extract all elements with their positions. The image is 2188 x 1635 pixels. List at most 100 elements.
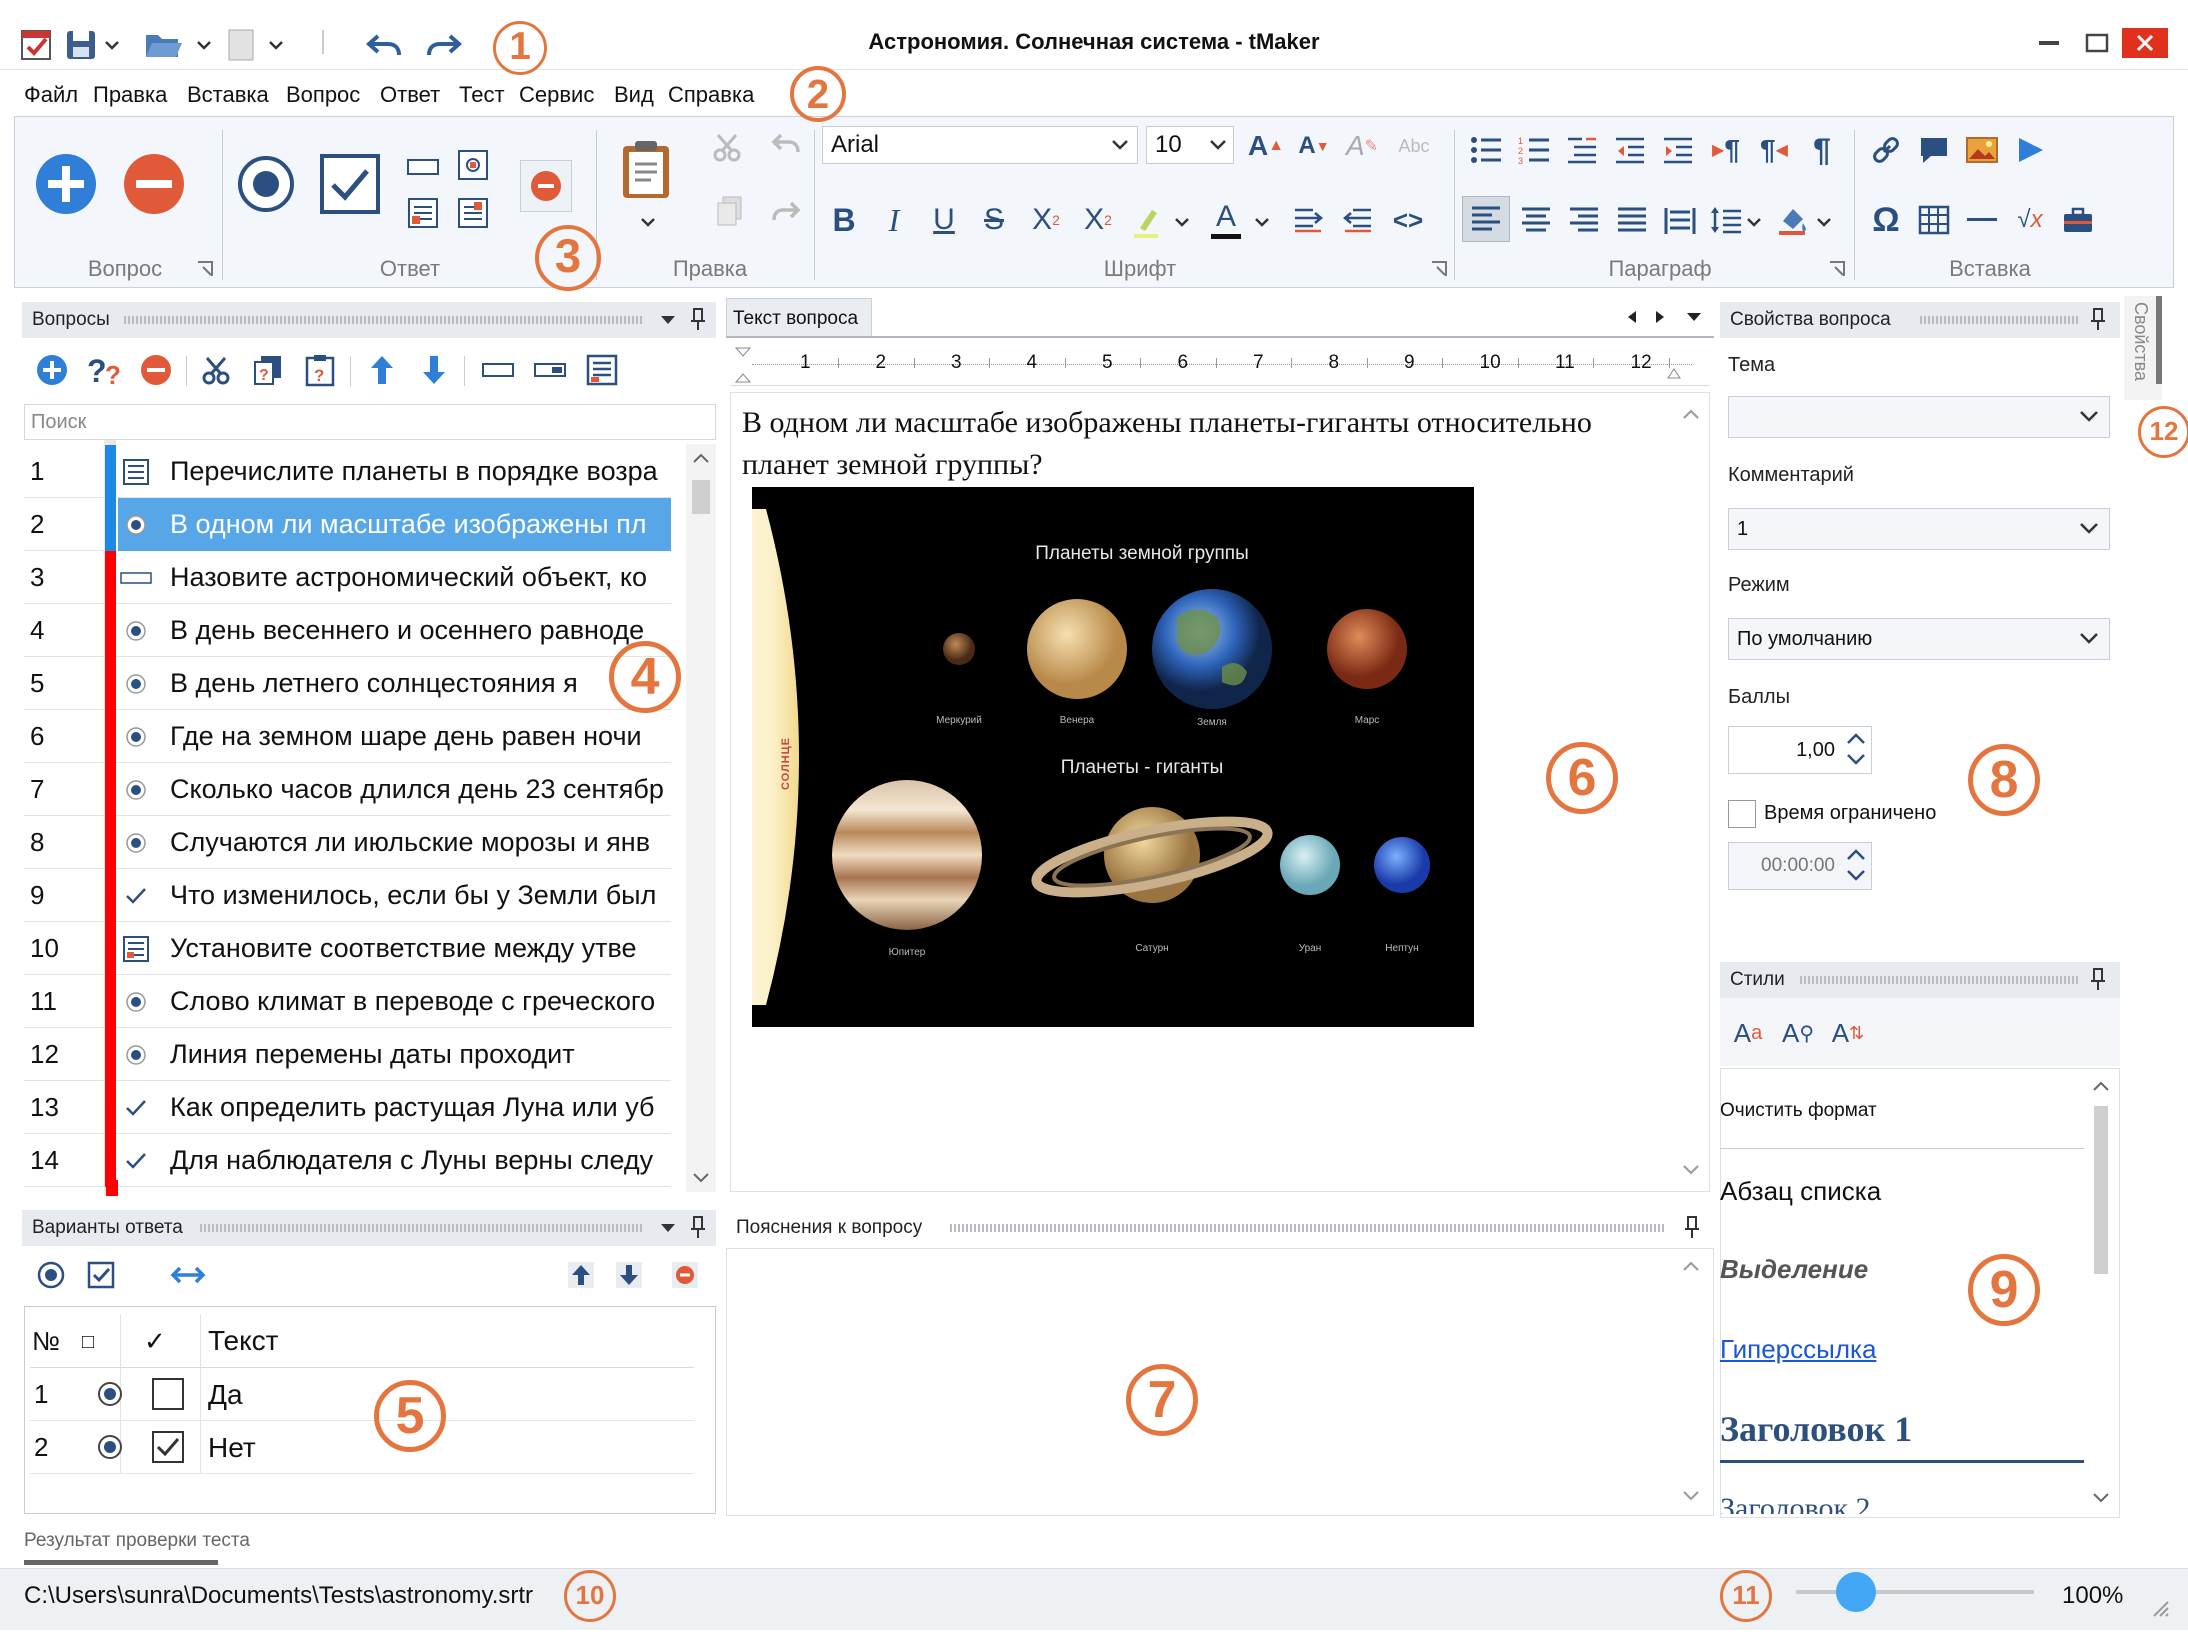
shrink-font-icon[interactable]: A ▼ [1294, 126, 1334, 166]
explanation-scrollbar[interactable] [1676, 1252, 1706, 1510]
menu-file[interactable]: Файл [24, 80, 78, 110]
align-left-icon[interactable] [1462, 196, 1510, 242]
maximize-button[interactable] [2074, 28, 2120, 58]
answer-row[interactable]: 1 Да [30, 1368, 694, 1421]
pin-icon[interactable] [2086, 304, 2110, 334]
style-list-paragraph[interactable]: Абзац списка [1720, 1176, 1881, 1207]
align-center-icon[interactable] [1516, 200, 1556, 240]
shading-dropdown-chevron-icon[interactable] [1814, 210, 1834, 234]
question-help-icon[interactable]: ?? [86, 352, 126, 390]
underline-icon[interactable]: U [926, 198, 962, 242]
increase-indent-font-icon[interactable] [1290, 202, 1326, 238]
pin-icon[interactable] [686, 304, 710, 334]
pin-icon[interactable] [1680, 1212, 1704, 1242]
text-input-answer-icon[interactable] [406, 150, 440, 184]
tab-question-text[interactable]: Текст вопроса [726, 298, 872, 336]
redo-icon[interactable] [426, 22, 463, 68]
font-size-select[interactable]: 10 [1146, 126, 1234, 164]
answer-text[interactable]: Нет [208, 1421, 256, 1474]
spellcheck-icon[interactable]: Abc [1392, 126, 1436, 166]
properties-side-tab[interactable]: Свойства [2124, 296, 2162, 400]
menu-service[interactable]: Сервис [519, 80, 594, 110]
align-right-icon[interactable] [1564, 200, 1604, 240]
font-color-icon[interactable]: A [1206, 196, 1246, 242]
question-row[interactable]: 1 Перечислите планеты в порядке возра [24, 445, 671, 498]
explanation-editor[interactable] [726, 1248, 1714, 1516]
strikethrough-icon[interactable]: S [976, 198, 1012, 242]
menu-help[interactable]: Справка [668, 80, 754, 110]
numeric-answer-icon[interactable] [456, 148, 490, 182]
hyperlink-icon[interactable] [1866, 132, 1906, 168]
answer-move-up-icon[interactable] [564, 1258, 598, 1292]
question-list-scrollbar[interactable] [686, 444, 716, 1192]
question-text[interactable]: В одном ли масштабе изображены планеты-г… [742, 402, 1682, 486]
mode-select[interactable]: По умолчанию [1728, 618, 2110, 660]
question-row[interactable]: 5 В день летнего солнцестояния я [24, 657, 671, 710]
answer-text[interactable]: Да [208, 1368, 243, 1421]
delete-answer-button[interactable] [520, 160, 572, 212]
radio-icon[interactable] [96, 1380, 124, 1408]
move-up-icon[interactable] [364, 352, 400, 388]
properties-list-icon[interactable] [584, 352, 620, 388]
formula-icon[interactable]: √x [2010, 200, 2050, 240]
ltr-paragraph-icon[interactable]: ▶ ¶ [1706, 132, 1746, 168]
answer-move-down-icon[interactable] [612, 1258, 646, 1292]
question-row[interactable]: 7 Сколько часов длился день 23 сентябр [24, 763, 671, 816]
single-choice-answer-button[interactable] [236, 154, 296, 214]
question-row[interactable]: 3 Назовите астрономический объект, ко [24, 551, 671, 604]
menu-answer[interactable]: Ответ [380, 80, 440, 110]
spin-down-icon[interactable] [1845, 751, 1867, 769]
checkbox-checked-icon[interactable] [152, 1431, 184, 1463]
resize-grip-icon[interactable] [2150, 1598, 2170, 1618]
styles-scrollbar[interactable] [2086, 1072, 2116, 1514]
menu-view[interactable]: Вид [614, 80, 654, 110]
style-clear-format[interactable]: Очистить формат [1720, 1100, 1877, 1122]
panel-menu-chevron-icon[interactable] [656, 1214, 680, 1242]
answer-row[interactable]: 2 Нет [30, 1421, 694, 1474]
editor-scrollbar[interactable] [1676, 396, 1706, 1188]
theme-select[interactable] [1728, 396, 2110, 438]
grow-font-icon[interactable]: A ▲ [1246, 126, 1286, 166]
add-question-icon[interactable] [34, 352, 70, 388]
undo-icon[interactable] [365, 22, 402, 68]
question-row[interactable]: 2 В одном ли масштабе изображены пл [24, 498, 671, 551]
bold-icon[interactable]: B [826, 198, 862, 242]
open-dropdown-chevron-icon[interactable] [196, 22, 212, 68]
swap-icon[interactable] [168, 1258, 208, 1292]
save-dropdown-chevron-icon[interactable] [104, 22, 120, 68]
comment-icon[interactable] [1914, 132, 1954, 168]
pin-icon[interactable] [686, 1212, 710, 1242]
edit-undo-icon[interactable] [768, 132, 804, 156]
single-choice-mode-icon[interactable] [34, 1258, 68, 1292]
time-limited-checkbox[interactable] [1728, 800, 1756, 828]
highlight-icon[interactable] [1126, 202, 1166, 242]
style-emphasis[interactable]: Выделение [1720, 1254, 1868, 1285]
multiple-choice-answer-button[interactable] [318, 152, 382, 216]
save-icon[interactable] [64, 22, 98, 68]
tab-scroll-right-icon[interactable] [1648, 304, 1672, 330]
increase-indent-icon[interactable] [1658, 132, 1698, 168]
minimize-button[interactable] [2026, 28, 2072, 58]
question-row[interactable]: 6 Где на земном шаре день равен ночи [24, 710, 671, 763]
question-row[interactable]: 11 Слово климат в переводе с греческого [24, 975, 671, 1028]
rtl-paragraph-icon[interactable]: ¶ ◀ [1754, 132, 1794, 168]
question-row[interactable]: 8 Случаются ли июльские морозы и янв [24, 816, 671, 869]
new-document-icon[interactable] [228, 22, 254, 68]
question-row[interactable]: 13 Как определить растущая Луна или уб [24, 1081, 671, 1134]
multiple-choice-mode-icon[interactable] [84, 1258, 118, 1292]
inspect-style-icon[interactable]: A ⚲ [1778, 1014, 1818, 1052]
solar-system-image[interactable]: СОЛНЦЕ Планеты земной группы Планеты - г… [752, 487, 1474, 1027]
decrease-indent-icon[interactable] [1610, 132, 1650, 168]
menu-test[interactable]: Тест [459, 80, 505, 110]
edit-redo-icon[interactable] [768, 200, 804, 224]
font-name-select[interactable]: Arial [822, 126, 1138, 164]
question-row[interactable]: 12 Линия перемены даты проходит [24, 1028, 671, 1081]
search-input[interactable]: Поиск [24, 404, 716, 440]
radio-icon[interactable] [96, 1433, 124, 1461]
question-row[interactable]: 4 В день весеннего и осеннего равноде [24, 604, 671, 657]
spin-up-icon[interactable] [1845, 729, 1867, 747]
copy-question-icon[interactable]: ? [250, 352, 286, 388]
collapse-icon[interactable] [478, 352, 518, 388]
paste-dropdown-chevron-icon[interactable] [636, 210, 660, 234]
paste-icon[interactable] [616, 134, 676, 204]
